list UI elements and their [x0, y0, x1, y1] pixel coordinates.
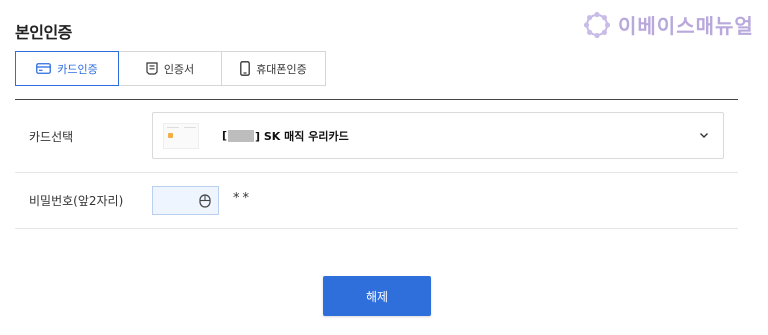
tab-mobile-auth[interactable]: 휴대폰인증: [222, 51, 326, 86]
card-thumbnail: [163, 122, 199, 149]
card-name-prefix: [: [222, 129, 228, 142]
tab-label: 인증서: [163, 62, 195, 76]
password-masked-suffix: **: [233, 191, 252, 206]
card-select-row: 카드선택 [ ] SK 매직 우리카드: [15, 100, 738, 173]
card-name-text: ] SK 매직 우리카드: [255, 129, 349, 143]
tab-card-auth[interactable]: 카드인증: [15, 51, 119, 86]
selected-card-name: [ ] SK 매직 우리카드: [222, 128, 349, 144]
password-label: 비밀번호(앞2자리): [29, 194, 124, 208]
watermark: 이베이스매뉴얼: [583, 10, 754, 39]
mouse-icon: [199, 193, 211, 208]
watermark-text: 이베이스매뉴얼: [618, 14, 754, 38]
mobile-phone-icon: [240, 61, 251, 76]
chevron-down-icon: [700, 133, 708, 138]
auth-method-tabs: 카드인증 인증서 휴대폰인증: [15, 51, 326, 86]
password-input[interactable]: [152, 186, 219, 215]
page-title: 본인인증: [15, 23, 72, 42]
release-button[interactable]: 해제: [323, 276, 431, 316]
card-select-label: 카드선택: [29, 129, 74, 144]
flower-logo-icon: [583, 11, 611, 38]
tab-label: 카드인증: [57, 62, 98, 76]
card-select-dropdown[interactable]: [ ] SK 매직 우리카드: [152, 112, 724, 159]
certificate-icon: [146, 62, 158, 75]
tab-label: 휴대폰인증: [256, 62, 307, 76]
card-icon: [36, 63, 52, 74]
masked-card-number: [228, 129, 255, 142]
tab-certificate[interactable]: 인증서: [119, 51, 222, 86]
password-row: 비밀번호(앞2자리) **: [15, 173, 738, 229]
